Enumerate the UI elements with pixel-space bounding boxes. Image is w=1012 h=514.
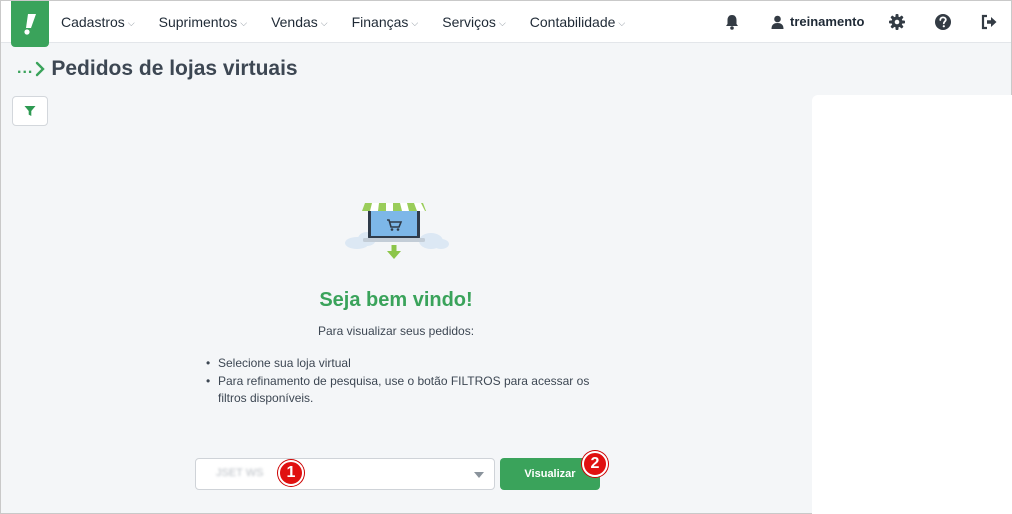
welcome-heading: Seja bem vindo! [319,289,473,311]
menu-cadastros[interactable]: Cadastros ⌵ [61,14,135,30]
bell-icon[interactable] [723,13,741,31]
logo-exclamation-icon [24,14,36,35]
menu-financas[interactable]: Finanças ⌵ [352,14,419,30]
menu-contabilidade[interactable]: Contabilidade ⌵ [530,14,625,30]
chevron-right-icon [36,61,46,77]
user-menu[interactable]: treinamento [771,14,864,29]
gear-icon[interactable] [888,13,906,31]
online-store-illustration [343,197,451,268]
chevron-down-icon: ⌵ [320,17,328,28]
filter-button[interactable] [12,96,48,126]
dropdown-caret-icon [474,472,484,478]
user-icon [771,15,784,29]
details-panel [812,95,1012,514]
logout-icon[interactable] [980,13,998,31]
welcome-subtitle: Para visualizar seus pedidos: [317,324,475,338]
menu-servicos[interactable]: Serviços ⌵ [442,14,506,30]
instruction-item: Para refinamento de pesquisa, use o botã… [206,373,606,407]
top-navbar: Cadastros ⌵ Suprimentos ⌵ Vendas ⌵ Finanças… [1,1,1011,47]
annotation-marker: 1 [278,460,304,486]
page-title: Pedidos de lojas virtuais [51,57,298,80]
chevron-down-icon: ⌵ [411,17,419,28]
breadcrumb: ... Pedidos de lojas virtuais [17,57,298,81]
chevron-down-icon: ⌵ [127,17,135,28]
annotation-marker: 2 [582,451,608,477]
chevron-down-icon: ⌵ [498,17,506,28]
menu-suprimentos[interactable]: Suprimentos ⌵ [159,14,247,30]
help-icon[interactable] [934,13,952,31]
main-menu: Cadastros ⌵ Suprimentos ⌵ Vendas ⌵ Finanças… [61,1,649,43]
breadcrumb-ellipsis[interactable]: ... [17,60,33,78]
store-select[interactable]: JSET WS [195,458,495,490]
instruction-item: Selecione sua loja virtual [206,355,606,372]
store-select-value: JSET WS [216,467,264,479]
funnel-icon [24,106,36,116]
menu-vendas[interactable]: Vendas ⌵ [271,14,328,30]
user-name: treinamento [790,14,865,29]
chevron-down-icon: ⌵ [618,17,626,28]
app-logo[interactable] [11,1,49,47]
instructions-list: Selecione sua loja virtual Para refiname… [206,355,606,408]
chevron-down-icon: ⌵ [240,17,248,28]
